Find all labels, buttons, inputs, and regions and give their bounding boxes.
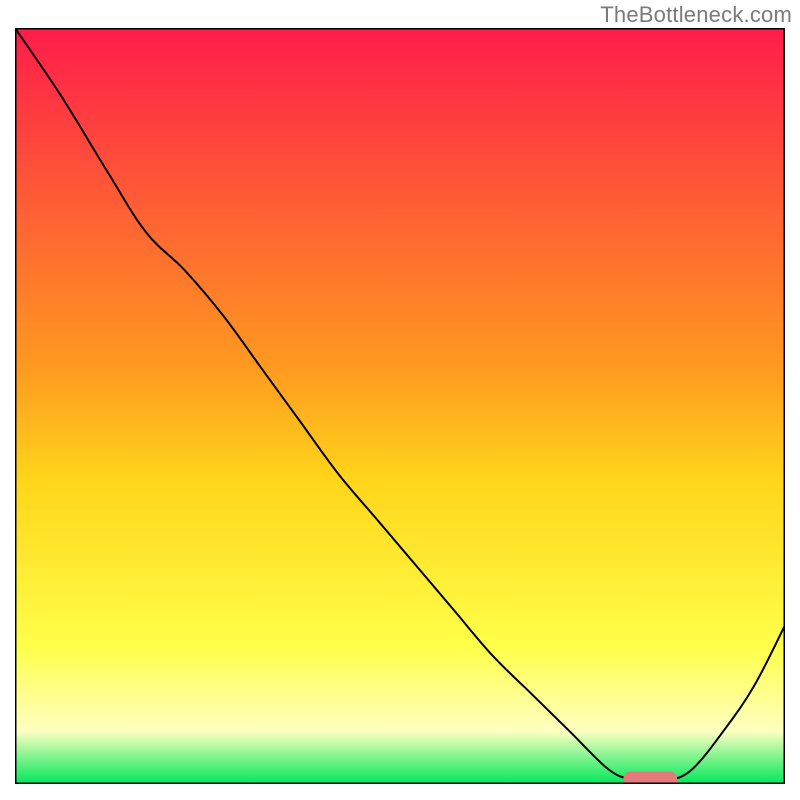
bottleneck-chart bbox=[15, 28, 785, 784]
sweet-spot-marker bbox=[623, 772, 677, 784]
attribution-label: TheBottleneck.com bbox=[600, 2, 792, 28]
chart-root: TheBottleneck.com bbox=[0, 0, 800, 800]
chart-svg bbox=[15, 28, 785, 784]
chart-background bbox=[15, 28, 785, 784]
